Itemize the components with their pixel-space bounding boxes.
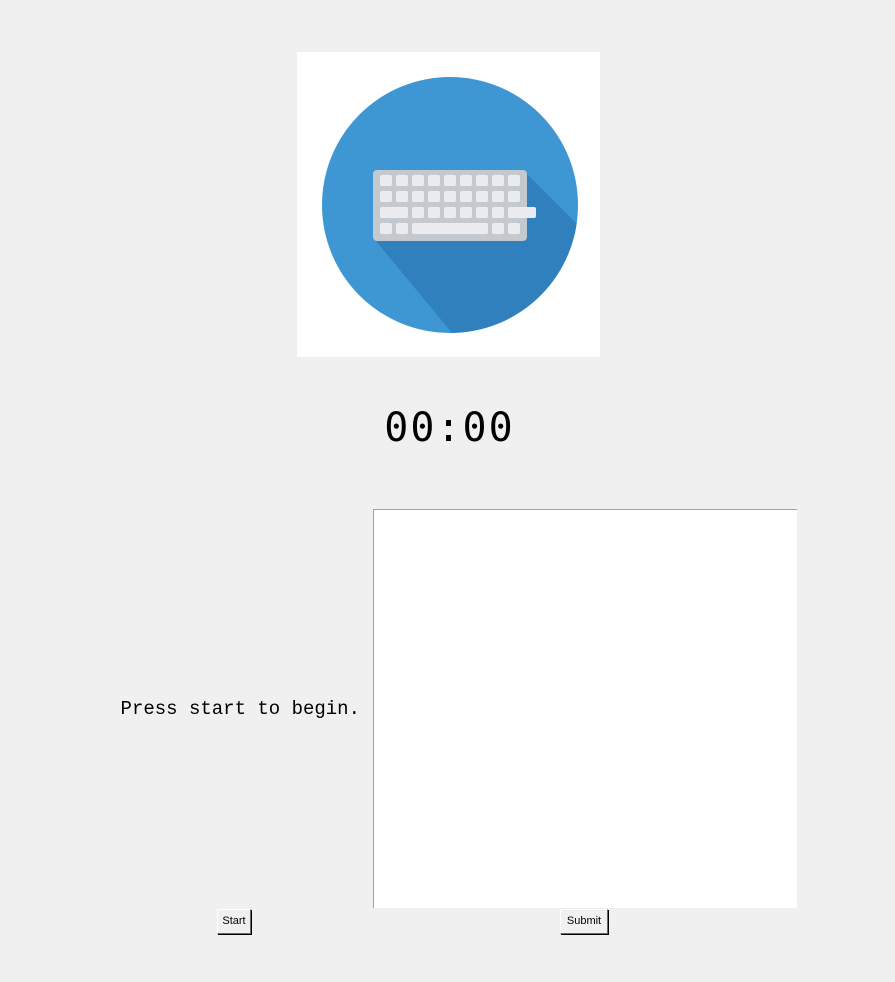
keyboard-key [508,207,536,218]
keyboard-key [508,223,520,234]
keyboard-key [508,175,520,186]
timer-display: 00:00 [384,405,515,451]
keyboard-key [492,191,504,202]
keyboard-key [380,207,408,218]
typing-test-window: 00:00 Press start to begin. Start Submit [0,0,895,982]
keyboard-key [396,191,408,202]
keyboard-key [428,191,440,202]
keyboard-key [444,175,456,186]
start-button[interactable]: Start [217,909,251,934]
logo-panel [297,52,600,357]
keyboard-key [476,191,488,202]
keyboard-key [412,223,488,234]
keyboard-key [492,175,504,186]
keyboard-key [396,175,408,186]
keyboard-key [492,223,504,234]
keyboard-key [460,191,472,202]
keyboard-key [380,175,392,186]
keyboard-key [412,175,424,186]
keyboard-key [508,191,520,202]
keyboard-key [412,207,424,218]
prompt-text: Press start to begin. [120,698,360,720]
keyboard-key [428,207,440,218]
typing-input[interactable] [373,509,797,908]
keyboard-key [396,223,408,234]
keyboard-key [476,207,488,218]
keyboard-key [380,191,392,202]
keyboard-key [476,175,488,186]
keyboard-key [460,207,472,218]
keyboard-key [460,175,472,186]
keyboard-key [444,191,456,202]
keyboard-icon [322,77,578,333]
keyboard-key [428,175,440,186]
keyboard-key [492,207,504,218]
submit-button[interactable]: Submit [560,909,608,934]
keyboard-key [444,207,456,218]
keyboard-key [412,191,424,202]
keyboard-key [380,223,392,234]
